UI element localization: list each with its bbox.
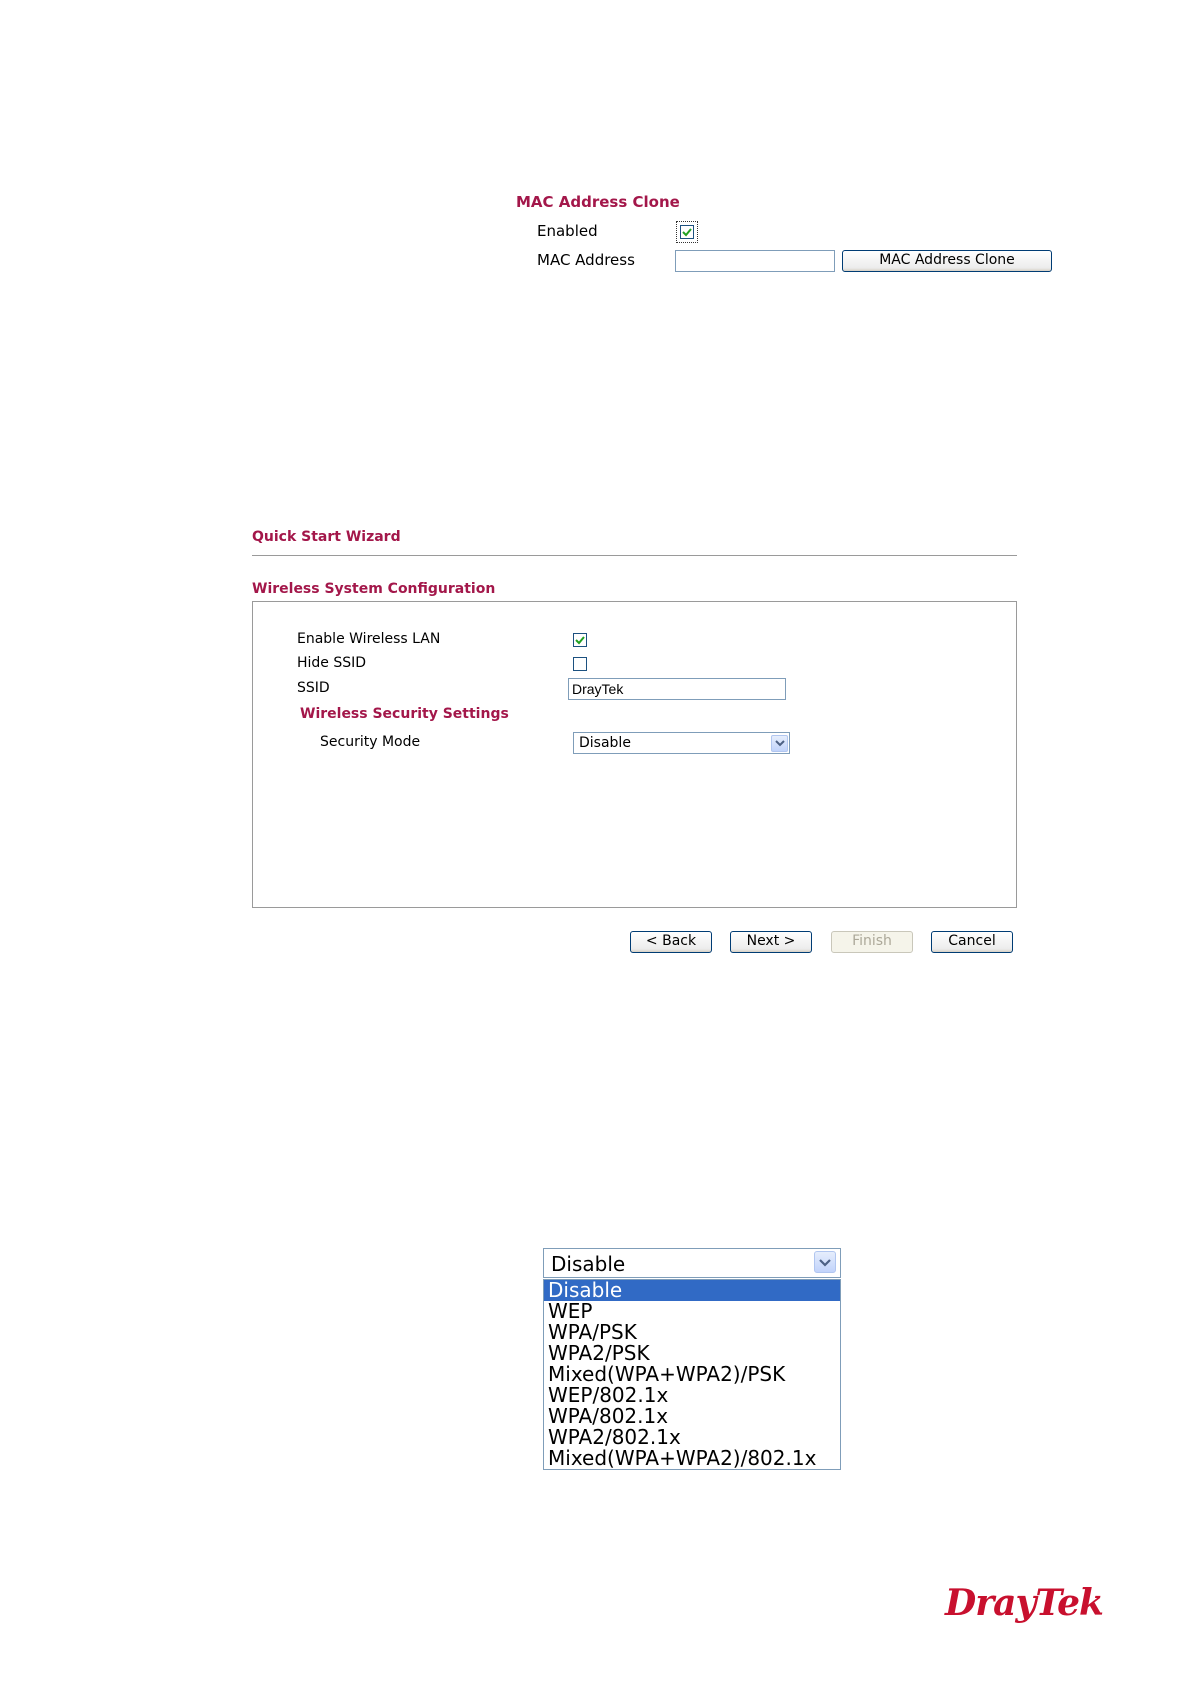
cancel-button[interactable]: Cancel: [931, 931, 1013, 953]
enable-wireless-lan-checkbox[interactable]: [573, 633, 587, 647]
hide-ssid-label: Hide SSID: [297, 655, 367, 671]
next-button[interactable]: Next >: [730, 931, 812, 953]
enable-wireless-lan-label: Enable Wireless LAN: [297, 631, 441, 647]
checkmark-icon: [682, 228, 692, 237]
dropdown-option-wep[interactable]: WEP: [544, 1301, 840, 1322]
security-mode-label: Security Mode: [320, 734, 421, 750]
dropdown-options-list: Disable WEP WPA/PSK WPA2/PSK Mixed(WPA+W…: [543, 1279, 841, 1470]
wizard-title: Quick Start Wizard: [252, 529, 401, 545]
enabled-label: Enabled: [537, 222, 598, 240]
wireless-config-title: Wireless System Configuration: [252, 581, 496, 597]
mac-clone-title: MAC Address Clone: [516, 193, 680, 211]
dropdown-option-mixed-8021x[interactable]: Mixed(WPA+WPA2)/802.1x: [544, 1448, 840, 1469]
dropdown-option-mixed-psk[interactable]: Mixed(WPA+WPA2)/PSK: [544, 1364, 840, 1385]
title-divider: [252, 555, 1017, 556]
wireless-config-panel: [252, 601, 1017, 908]
finish-button[interactable]: Finish: [831, 931, 913, 953]
hide-ssid-checkbox[interactable]: [573, 657, 587, 671]
security-mode-select[interactable]: Disable: [573, 732, 790, 754]
mac-address-clone-button[interactable]: MAC Address Clone: [842, 250, 1052, 272]
dropdown-option-wpa-psk[interactable]: WPA/PSK: [544, 1322, 840, 1343]
dropdown-option-wep-8021x[interactable]: WEP/802.1x: [544, 1385, 840, 1406]
enabled-checkbox[interactable]: [676, 221, 698, 243]
checkmark-icon: [575, 636, 585, 645]
back-button[interactable]: < Back: [630, 931, 712, 953]
dropdown-current-value: Disable: [551, 1252, 626, 1276]
chevron-down-icon[interactable]: [814, 1251, 836, 1273]
ssid-label: SSID: [297, 680, 330, 696]
dropdown-option-disable[interactable]: Disable: [544, 1280, 840, 1301]
security-mode-value: Disable: [579, 735, 631, 751]
dropdown-option-wpa-8021x[interactable]: WPA/802.1x: [544, 1406, 840, 1427]
ssid-input[interactable]: [568, 678, 786, 700]
mac-address-label: MAC Address: [537, 251, 635, 269]
wireless-security-settings-title: Wireless Security Settings: [300, 706, 509, 722]
dropdown-option-wpa2-psk[interactable]: WPA2/PSK: [544, 1343, 840, 1364]
draytek-logo: DrayTek: [945, 1582, 1104, 1624]
mac-address-input[interactable]: [675, 250, 835, 272]
dropdown-option-wpa2-8021x[interactable]: WPA2/802.1x: [544, 1427, 840, 1448]
chevron-down-icon[interactable]: [771, 734, 788, 752]
